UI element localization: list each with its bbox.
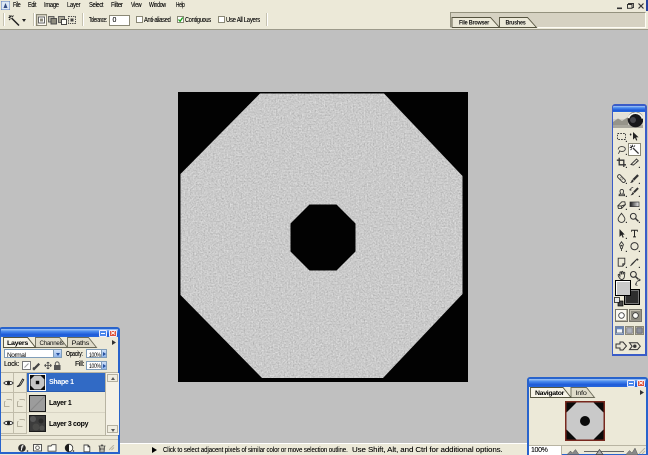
svg-text:Info: Info — [576, 390, 588, 397]
svg-text:Brushes: Brushes — [506, 20, 527, 27]
svg-text:Navigator: Navigator — [535, 390, 565, 397]
svg-text:File Browser: File Browser — [459, 20, 490, 27]
svg-text:Layers: Layers — [7, 340, 29, 347]
svg-text:Channels: Channels — [40, 340, 65, 347]
svg-text:Paths: Paths — [72, 340, 91, 347]
